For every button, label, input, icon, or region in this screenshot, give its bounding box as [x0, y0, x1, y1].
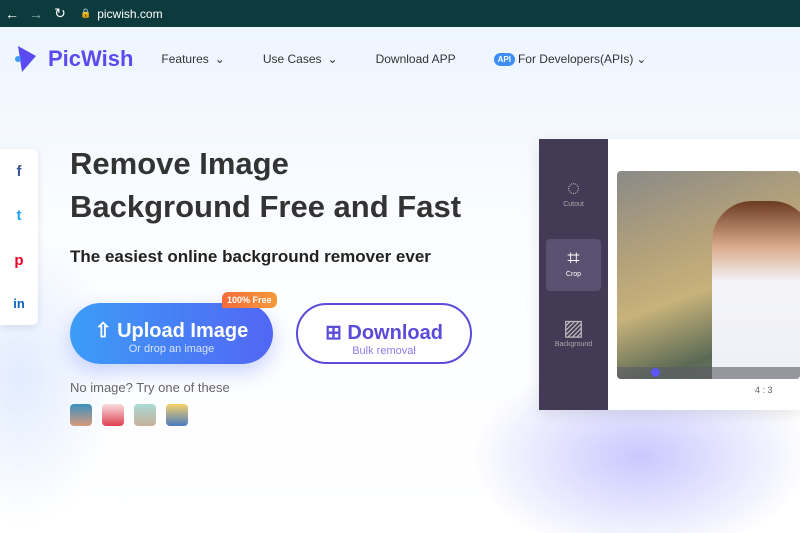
reload-icon[interactable]: ↻ — [48, 5, 72, 22]
preview-photo — [617, 171, 800, 379]
tool-crop[interactable]: ⌗ Crop — [546, 239, 601, 291]
chevron-down-icon: ⌄ — [636, 52, 647, 66]
pinterest-icon[interactable]: p — [14, 252, 23, 269]
hero-title: Remove Image Background Free and Fast — [70, 146, 462, 224]
nav-download-app[interactable]: Download APP — [376, 52, 456, 66]
lock-icon: 🔒 — [80, 8, 92, 18]
nav-use-cases[interactable]: Use Cases ⌄ — [263, 52, 338, 66]
forward-icon[interactable]: → — [24, 6, 48, 22]
linkedin-icon[interactable]: in — [13, 296, 25, 311]
free-badge: 100% Free — [222, 292, 277, 308]
nav-developers[interactable]: API For Developers(APIs) ⌄ — [493, 52, 647, 66]
tool-background[interactable]: ▨ Background — [546, 309, 601, 361]
download-button[interactable]: ⊞ Download Bulk removal — [296, 303, 472, 364]
sample-image-1[interactable] — [70, 404, 92, 426]
editor-toolbar: ◌ Cutout ⌗ Crop ▨ Background — [539, 139, 608, 410]
chevron-down-icon: ⌄ — [327, 52, 338, 66]
chevron-down-icon: ⌄ — [214, 52, 225, 66]
api-cloud-icon: API — [493, 52, 515, 66]
crop-slider[interactable] — [617, 367, 800, 379]
page: PicWish Features ⌄ Use Cases ⌄ Download AP… — [0, 27, 800, 533]
browser-toolbar: ← → ↻ 🔒 picwish.com — [0, 0, 800, 27]
slider-knob[interactable] — [651, 368, 660, 377]
sample-prompt: No image? Try one of these — [70, 380, 230, 395]
windows-icon: ⊞ — [325, 322, 342, 344]
upload-icon: ⇧ — [94, 320, 112, 342]
upload-image-button[interactable]: ⇧ Upload Image Or drop an image — [70, 303, 273, 364]
back-icon[interactable]: ← — [0, 6, 24, 22]
facebook-icon[interactable]: f — [17, 163, 22, 180]
twitter-icon[interactable]: t — [17, 207, 22, 224]
brand-logo[interactable]: PicWish — [14, 44, 133, 74]
sample-image-3[interactable] — [134, 404, 156, 426]
tool-cutout[interactable]: ◌ Cutout — [546, 169, 601, 221]
brand-name: PicWish — [48, 46, 134, 71]
image-icon: ▨ — [563, 315, 584, 340]
cutout-icon: ◌ — [566, 175, 581, 200]
social-share-bar: f t p in — [0, 149, 38, 325]
sample-image-4[interactable] — [166, 404, 188, 426]
crop-icon: ⌗ — [567, 245, 580, 270]
sample-image-2[interactable] — [102, 404, 124, 426]
url-text: picwish.com — [97, 6, 163, 21]
hero-subtitle: The easiest online background remover ev… — [70, 247, 431, 266]
editor-preview: ◌ Cutout ⌗ Crop ▨ Background 4 : 3 — [539, 139, 800, 410]
aspect-ratio: 4 : 3 — [755, 385, 773, 395]
picwish-logo-icon — [15, 46, 36, 72]
address-bar[interactable]: 🔒 picwish.com — [80, 7, 163, 21]
top-nav: PicWish Features ⌄ Use Cases ⌄ Download AP… — [14, 44, 684, 74]
sample-images — [70, 404, 188, 426]
nav-features[interactable]: Features ⌄ — [161, 52, 224, 66]
